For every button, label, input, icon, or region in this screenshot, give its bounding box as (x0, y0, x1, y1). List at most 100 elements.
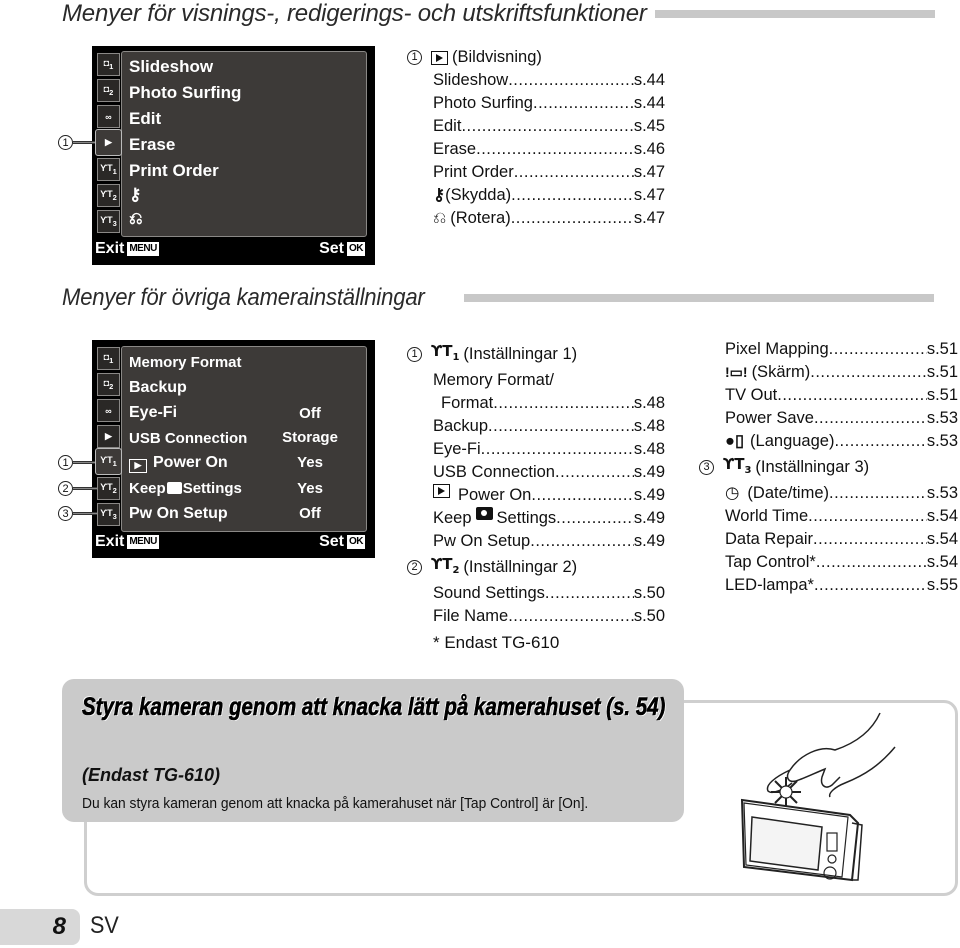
language-code: SV (90, 912, 119, 939)
page-ref: s.53 (926, 484, 958, 502)
index-row[interactable]: Power On s.49 (433, 484, 665, 507)
heading-label: (Inställningar 1) (463, 345, 578, 363)
eye-fi-value: Off (299, 405, 321, 422)
index-row[interactable]: !▭!(Skärm) s.51 (725, 361, 958, 384)
index-row[interactable]: ⎌(Rotera) s.47 (433, 207, 665, 230)
page-ref: s.51 (926, 340, 958, 358)
menu-item-print-order[interactable]: Print Order (129, 161, 219, 181)
camera2-tab[interactable]: ◘2 (97, 373, 120, 396)
menu-item-eye-fi[interactable]: Eye-Fi (129, 404, 177, 422)
index-row[interactable]: Backup s.48 (433, 415, 665, 438)
index-row[interactable]: ⚷(Skydda) s.47 (433, 184, 665, 207)
menu-item-backup[interactable]: Backup (129, 379, 187, 397)
menu-item-erase[interactable]: Erase (129, 135, 175, 155)
index-row[interactable]: ●▯ (Language) s.53 (725, 430, 958, 453)
set-button[interactable]: Set OK (319, 533, 365, 551)
index-row[interactable]: Pw On Setup s.49 (433, 530, 665, 553)
index-row[interactable]: ◷ (Date/time) s.53 (725, 482, 958, 505)
menu-item-pw-on-setup[interactable]: Pw On Setup (129, 505, 228, 523)
menu-key-icon: MENU (127, 535, 159, 549)
setup2-tab[interactable]: ϒT2 (97, 184, 120, 207)
leader-dots (834, 430, 926, 453)
set-label: Set (319, 240, 344, 257)
monitor-icon: !▭! (725, 364, 748, 380)
setup3-icon: ϒT3 (723, 455, 752, 476)
row-label: USB Connection (433, 463, 555, 481)
menu-item-keep-settings[interactable]: Keep Settings (129, 480, 242, 497)
menu-item-slideshow[interactable]: Slideshow (129, 57, 213, 77)
leader-dots (556, 507, 634, 530)
menu-item-usb-connection[interactable]: USB Connection (129, 430, 247, 447)
menu-item-memory-format[interactable]: Memory Format (129, 354, 242, 371)
menu-item-protect[interactable]: ⚷ (129, 185, 141, 205)
set-button[interactable]: Set OK (319, 240, 365, 258)
page-ref: s.51 (926, 386, 958, 404)
index-row[interactable]: USB Connection s.49 (433, 461, 665, 484)
index-row[interactable]: Pixel Mapping s.51 (725, 338, 958, 361)
playback-icon (433, 484, 450, 498)
index-row[interactable]: Power Save s.53 (725, 407, 958, 430)
page-ref: s.54 (926, 507, 958, 525)
setup3-tab[interactable]: ϒT3 (97, 503, 120, 526)
tap-control-subtitle: (Endast TG-610) (82, 765, 221, 785)
setup1-tab[interactable]: ϒT1 (97, 158, 120, 181)
index-row[interactable]: Sound Settings s.50 (433, 582, 665, 605)
menu-key-icon: MENU (127, 242, 159, 256)
index-row[interactable]: LED-lampa* s.55 (725, 574, 958, 597)
heading-label: (Bildvisning) (452, 48, 542, 66)
keep-settings-value: Yes (297, 480, 323, 497)
index-row[interactable]: Photo Surfing s.44 (433, 92, 665, 115)
playback-tab[interactable]: ▶ (95, 129, 122, 156)
row-label: LED-lampa* (725, 576, 814, 594)
index-row[interactable]: TV Out s.51 (725, 384, 958, 407)
index-row[interactable]: Print Order s.47 (433, 161, 665, 184)
playback-tab[interactable]: ▶ (97, 425, 120, 448)
index-row[interactable]: Slideshow s.44 (433, 69, 665, 92)
callout-2: 2 (407, 560, 422, 575)
index-row[interactable]: Memory Format/ (433, 369, 665, 392)
page-ref: s.49 (633, 509, 665, 527)
pw-on-setup-value: Off (299, 505, 321, 522)
menu-item-photo-surfing[interactable]: Photo Surfing (129, 83, 241, 103)
exit-button[interactable]: Exit MENU (95, 240, 159, 258)
index-row[interactable]: Erase s.46 (433, 138, 665, 161)
camera-icon: ◘2 (103, 84, 114, 97)
menu-item-rotate[interactable]: ⎌ (129, 209, 143, 229)
protect-icon: ⚷ (129, 185, 142, 204)
row-label: Format (441, 394, 494, 412)
row-label: (Skärm) (751, 363, 811, 381)
camera1-tab[interactable]: ◘1 (97, 347, 120, 370)
setup-menu-index-col1: 1 ϒT1 (Inställningar 1) Memory Format/ F… (407, 340, 665, 628)
camera1-tab[interactable]: ◘1 (97, 53, 120, 76)
movie-tab[interactable]: ∞ (97, 105, 120, 128)
page-ref: s.54 (926, 553, 958, 571)
index-row[interactable]: Eye-Fi s.48 (433, 438, 665, 461)
page-ref: s.48 (633, 394, 665, 412)
index-row[interactable]: Edit s.45 (433, 115, 665, 138)
movie-tab[interactable]: ∞ (97, 399, 120, 422)
menu-item-edit[interactable]: Edit (129, 109, 161, 129)
setup-icon: ϒT3 (100, 215, 117, 228)
row-label: World Time (725, 507, 809, 525)
menu-item-power-on[interactable]: ▶ Power On (129, 454, 228, 473)
row-label: Keep (433, 509, 472, 527)
exit-button[interactable]: Exit MENU (95, 533, 159, 551)
index-row[interactable]: Data Repair s.54 (725, 528, 958, 551)
setup3-tab[interactable]: ϒT3 (97, 210, 120, 233)
index-row[interactable]: Keep Settings s.49 (433, 507, 665, 530)
leader-dots (829, 482, 927, 505)
page-ref: s.44 (633, 71, 665, 89)
index-row[interactable]: File Name s.50 (433, 605, 665, 628)
set-label: Set (319, 533, 344, 550)
index-row[interactable]: Format s.48 (433, 392, 665, 415)
setup1-tab[interactable]: ϒT1 (95, 448, 122, 475)
setup2-tab[interactable]: ϒT2 (97, 477, 120, 500)
camera2-tab[interactable]: ◘2 (97, 79, 120, 102)
index-row[interactable]: Tap Control* s.54 (725, 551, 958, 574)
callout-3: 3 (699, 460, 714, 475)
index-row[interactable]: World Time s.54 (725, 505, 958, 528)
camera-icon: ◘1 (103, 352, 114, 365)
leader-dots (493, 392, 634, 415)
leader-dots (461, 115, 633, 138)
playback-icon: ▶ (129, 459, 147, 473)
